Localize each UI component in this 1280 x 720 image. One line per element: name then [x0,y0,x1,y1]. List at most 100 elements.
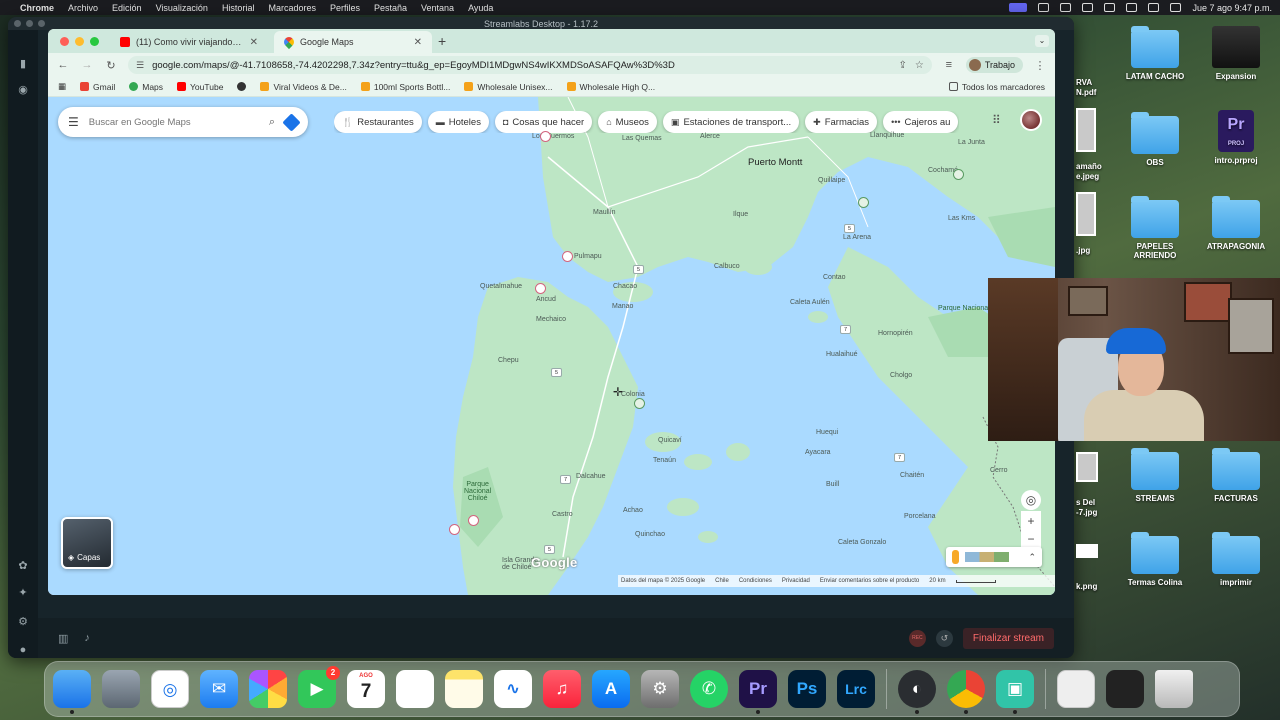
place-label[interactable]: Maullín [593,209,616,216]
pegman-icon[interactable] [952,550,959,564]
reminders-icon[interactable] [396,670,434,708]
chrome-close-button[interactable] [60,37,69,46]
control-center-icon[interactable] [1170,3,1182,12]
profile-button[interactable]: Trabajo [965,57,1023,73]
place-label[interactable]: Caleta Gonzalo [838,539,886,546]
poi-marker[interactable] [562,251,573,262]
map-canvas[interactable]: ☰ ⌕ 🍴Restaurantes ▬Hoteles ◘Cosas que ha… [48,97,1055,595]
menu-ventana[interactable]: Ventana [421,3,454,13]
park-marker[interactable] [953,169,964,180]
maps-search-box[interactable]: ☰ ⌕ [58,107,308,137]
place-label[interactable]: Quicaví [658,437,682,444]
wifi-icon[interactable] [1126,3,1138,12]
place-label[interactable]: Hualaihué [826,351,858,358]
notification-bell-icon[interactable]: ♪ [84,632,90,645]
finder-icon[interactable] [53,670,91,714]
bookmark-maps[interactable]: Maps [129,82,163,92]
settings-gear-icon[interactable]: ⚙ [17,616,29,628]
address-bar[interactable]: ☰ google.com/maps/@-41.7108658,-74.42022… [128,56,932,74]
place-label[interactable]: Castro [552,511,573,518]
site-info-icon[interactable]: ☰ [136,60,144,71]
place-label[interactable]: Chacao [613,283,637,290]
desktop-drive-expansion[interactable]: Expansion [1198,26,1274,81]
place-label[interactable]: Tenaún [653,457,676,464]
place-label[interactable]: Dalcahue [576,473,606,480]
poi-marker[interactable] [535,283,546,294]
bookmark-star-icon[interactable]: ☆ [915,60,924,71]
lightroom-classic-icon[interactable]: Lrc [837,670,875,708]
facetime-icon[interactable]: ▶ 2 [298,666,340,708]
bookmark-viral-videos[interactable]: Viral Videos & De... [260,82,347,92]
streamlabs-icon[interactable]: ▣ [996,670,1034,714]
place-label[interactable]: Llanquihue [870,132,904,139]
safari-icon[interactable]: ◎ [151,670,189,708]
desktop-partial-label[interactable]: s Del [1076,498,1095,507]
place-label[interactable]: Chepu [498,357,519,364]
music-icon[interactable]: ♫ [543,670,581,708]
url-text[interactable]: google.com/maps/@-41.7108658,-74.4202298… [152,60,890,71]
launchpad-icon[interactable] [102,670,140,708]
desktop-partial-label[interactable]: e.jpeg [1076,172,1099,181]
end-stream-button[interactable]: Finalizar stream [962,627,1054,649]
trash-icon[interactable] [1155,670,1193,708]
obs-icon[interactable]: ◐ [898,670,936,714]
tools-icon[interactable]: ✦ [17,587,29,599]
profile-icon[interactable]: ● [17,644,29,656]
place-label[interactable]: Las Quemas [622,135,662,142]
chrome-icon[interactable] [947,670,985,714]
tab-close-icon[interactable]: ✕ [414,37,422,48]
premiere-pro-icon[interactable]: Pr [739,670,777,714]
camera-icon[interactable] [1060,3,1072,12]
downloads-stack-icon[interactable] [1106,670,1144,708]
bookmark-sports-bottle[interactable]: 100ml Sports Bottl... [360,82,450,92]
menu-marcadores[interactable]: Marcadores [268,3,316,13]
place-label[interactable]: Porcelana [904,513,936,520]
bookmark-wholesale-high[interactable]: Wholesale High Q... [566,82,655,92]
desktop-partial-label[interactable]: N.pdf [1076,88,1096,97]
menu-historial[interactable]: Historial [222,3,255,13]
desktop-folder-obs[interactable]: OBS [1117,112,1193,167]
chip-restaurantes[interactable]: 🍴 Restaurantes [334,111,422,133]
tab-youtube[interactable]: (11) Como vivir viajando sin s ✕ [110,31,268,53]
reading-list-icon[interactable]: ≡ [942,59,956,71]
chrome-menu-icon[interactable]: ⋮ [1033,59,1047,72]
place-label[interactable]: Achao [623,507,643,514]
chip-farmacias[interactable]: ✚ Farmacias [805,111,878,133]
desktop-folder-streams[interactable]: STREAMS [1117,448,1193,503]
install-app-icon[interactable]: ⇪ [898,60,906,71]
place-label[interactable]: Parque Nacional Chiloé [464,481,491,502]
record-button[interactable]: REC [908,629,926,647]
themes-icon[interactable]: ✿ [17,560,29,572]
poi-marker[interactable] [449,524,460,535]
place-label[interactable]: Cerro [990,467,1008,474]
bookmark-youtube[interactable]: YouTube [177,82,223,92]
streamlabs-minimize-button[interactable] [26,20,33,27]
privacy-link[interactable]: Privacidad [782,578,810,584]
place-label[interactable]: La Junta [958,139,985,146]
stats-icon[interactable]: ▥ [58,632,68,645]
hamburger-menu-icon[interactable]: ☰ [68,115,79,129]
status-icon[interactable] [1038,3,1050,12]
park-marker[interactable] [858,197,869,208]
screen-share-icon[interactable] [1009,3,1028,12]
desktop-file-intro-prproj[interactable]: Pr PROJ intro.prproj [1198,110,1274,165]
chip-hoteles[interactable]: ▬ Hoteles [427,111,489,133]
place-label[interactable]: Ilque [733,211,748,218]
terms-link[interactable]: Condiciones [739,578,772,584]
place-label[interactable]: Manao [612,303,633,310]
place-label[interactable]: Buill [826,481,839,488]
menu-edicion[interactable]: Edición [112,3,142,13]
image-thumbnail[interactable] [1076,192,1096,236]
place-label[interactable]: Pulmapu [574,253,602,260]
desktop-partial-label[interactable]: k.png [1076,582,1097,591]
notes-icon[interactable] [445,670,483,708]
zoom-in-button[interactable]: + [1021,511,1041,531]
freeform-icon[interactable]: ∿ [494,670,532,708]
feedback-link[interactable]: Enviar comentarios sobre el producto [820,578,919,584]
chip-cosas-que-hacer[interactable]: ◘ Cosas que hacer [494,111,593,133]
place-label[interactable]: Contao [823,274,846,281]
place-label[interactable]: Quetalmahue [480,283,522,290]
place-label[interactable]: Mechaico [536,316,566,323]
desktop-partial-label[interactable]: RVA [1076,78,1092,87]
desktop-partial-label[interactable]: .jpg [1076,246,1090,255]
